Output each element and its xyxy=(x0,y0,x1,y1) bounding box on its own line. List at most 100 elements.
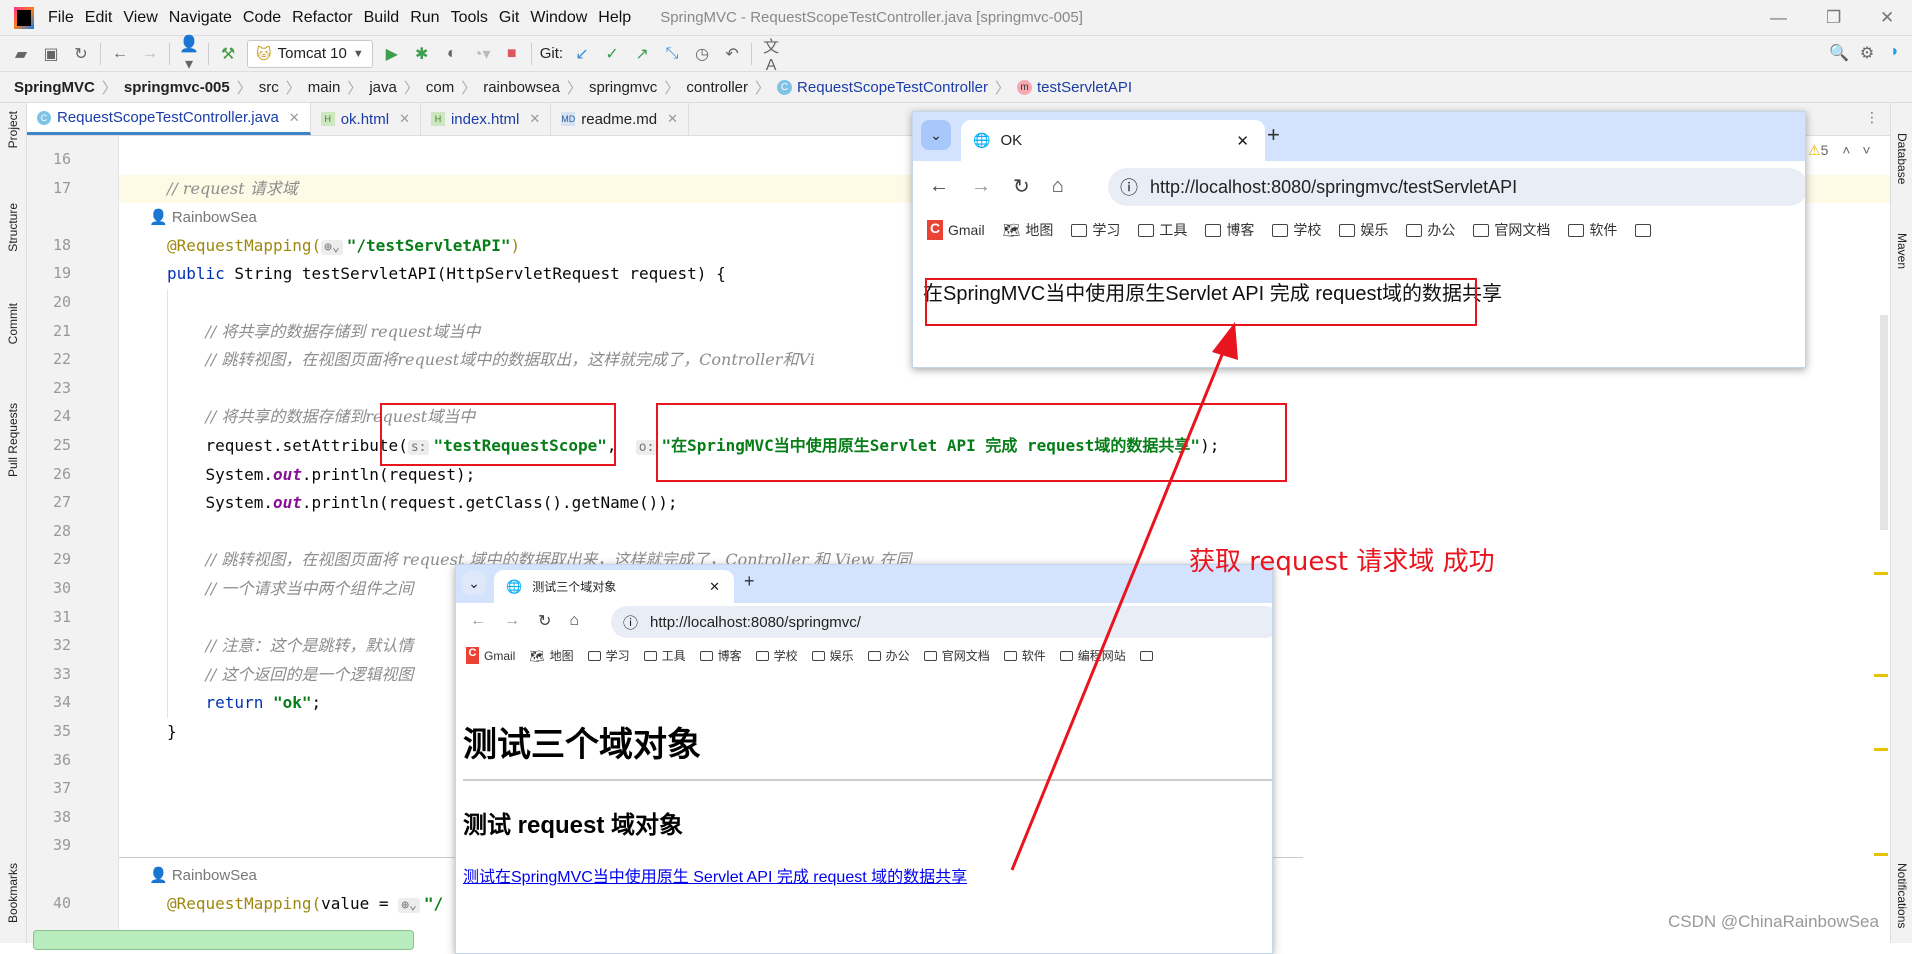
back-icon[interactable]: ← xyxy=(470,612,486,630)
tab-readme-md[interactable]: MD readme.md ✕ xyxy=(551,103,690,135)
crumb-springmvc[interactable]: springmvc xyxy=(589,79,657,96)
menu-git[interactable]: Git xyxy=(499,9,519,27)
bookmark-10[interactable]: 编程网站 xyxy=(1059,647,1126,664)
prev-highlight-icon[interactable]: ˄ xyxy=(1842,142,1850,158)
editor-scrollbar[interactable] xyxy=(1880,315,1888,530)
scroll-marker[interactable] xyxy=(1874,748,1888,751)
bookmark-0[interactable]: C Gmail xyxy=(466,647,515,664)
build-hammer-icon[interactable]: ⚒ xyxy=(217,44,239,64)
code-line[interactable]: System.out.println(request.getClass().ge… xyxy=(119,489,1890,517)
tab-requestscopetestcontroller[interactable]: C RequestScopeTestController.java ✕ xyxy=(27,103,311,135)
bookmark-9[interactable]: 软件 xyxy=(1568,220,1617,240)
forward-icon[interactable]: → xyxy=(504,612,520,630)
folder-icon[interactable] xyxy=(1635,223,1652,237)
search-icon[interactable]: 🔍 xyxy=(1828,43,1850,63)
tool-bookmarks[interactable]: Bookmarks xyxy=(6,863,20,923)
bookmark-6[interactable]: 娱乐 xyxy=(1339,220,1388,240)
new-tab-button[interactable]: + xyxy=(1267,122,1280,148)
forward-icon[interactable]: → xyxy=(139,45,161,63)
tool-commit[interactable]: Commit xyxy=(6,303,20,344)
forward-icon[interactable]: → xyxy=(971,175,991,198)
address-bar[interactable]: ⓘ http://localhost:8080/springmvc/ xyxy=(611,606,1272,638)
menu-edit[interactable]: Edit xyxy=(85,9,113,27)
bookmark-2[interactable]: 学习 xyxy=(1071,220,1120,240)
tab-search-button[interactable]: ⌄ xyxy=(462,571,486,595)
menu-run[interactable]: Run xyxy=(410,9,439,27)
menu-refactor[interactable]: Refactor xyxy=(292,9,352,27)
git-commit-icon[interactable]: ✓ xyxy=(601,44,623,64)
close-tab-icon[interactable]: ✕ xyxy=(529,111,540,127)
bookmark-7[interactable]: 办公 xyxy=(1406,220,1455,240)
close-tab-icon[interactable]: ✕ xyxy=(709,579,720,595)
reload-icon[interactable]: ↻ xyxy=(538,611,551,631)
tool-structure[interactable]: Structure xyxy=(6,203,20,252)
more-tabs-icon[interactable]: ⋮ xyxy=(1865,109,1879,126)
bookmark-3[interactable]: 工具 xyxy=(643,647,686,664)
crumb-project[interactable]: SpringMVC xyxy=(14,79,95,96)
scroll-marker[interactable] xyxy=(1874,572,1888,575)
crumb-java[interactable]: java xyxy=(369,79,397,96)
home-icon[interactable]: ⌂ xyxy=(569,612,579,630)
open-folder-icon[interactable]: ▰ xyxy=(10,44,32,64)
bookmark-8[interactable]: 官网文档 xyxy=(1473,220,1550,240)
close-tab-icon[interactable]: ✕ xyxy=(399,111,410,127)
tab-index-html[interactable]: H index.html ✕ xyxy=(421,103,552,135)
crumb-main[interactable]: main xyxy=(308,79,341,96)
bookmark-7[interactable]: 办公 xyxy=(867,647,910,664)
menu-file[interactable]: File xyxy=(48,9,74,27)
new-tab-button[interactable]: + xyxy=(744,571,755,592)
crumb-class[interactable]: RequestScopeTestController xyxy=(797,79,988,96)
site-info-icon[interactable]: ⓘ xyxy=(623,612,638,633)
git-update-icon[interactable]: ↙ xyxy=(571,44,593,64)
next-highlight-icon[interactable]: ˅ xyxy=(1862,142,1870,158)
translate-icon[interactable]: 文A xyxy=(760,33,782,75)
menu-window[interactable]: Window xyxy=(530,9,587,27)
sync-icon[interactable]: ↻ xyxy=(70,44,92,64)
reload-icon[interactable]: ↻ xyxy=(1013,174,1030,199)
scroll-marker[interactable] xyxy=(1874,674,1888,677)
back-icon[interactable]: ← xyxy=(929,175,949,198)
tool-pull-requests[interactable]: Pull Requests xyxy=(6,403,20,477)
tool-notifications[interactable]: Notifications xyxy=(1895,863,1909,928)
run-configuration-select[interactable]: 🐱 Tomcat 10 ▼ xyxy=(247,39,373,68)
code-line[interactable] xyxy=(119,518,1890,546)
close-window-button[interactable]: ✕ xyxy=(1880,8,1894,28)
menu-build[interactable]: Build xyxy=(364,9,400,27)
history-icon[interactable]: ◷ xyxy=(691,44,713,64)
inspection-widget[interactable]: ⚠5 ˄ ˅ xyxy=(1808,142,1871,159)
bookmark-3[interactable]: 工具 xyxy=(1138,220,1187,240)
crumb-src[interactable]: src xyxy=(259,79,279,96)
tab-search-button[interactable]: ⌄ xyxy=(921,120,951,150)
bookmark-4[interactable]: 博客 xyxy=(1205,220,1254,240)
address-bar[interactable]: ⓘ http://localhost:8080/springmvc/testSe… xyxy=(1108,168,1805,206)
menu-view[interactable]: View xyxy=(123,9,157,27)
crumb-method[interactable]: testServletAPI xyxy=(1037,79,1132,96)
crumb-rainbowsea[interactable]: rainbowsea xyxy=(483,79,560,96)
crumb-module[interactable]: springmvc-005 xyxy=(124,79,230,96)
bookmark-0[interactable]: C Gmail xyxy=(927,220,985,240)
scroll-marker[interactable] xyxy=(1874,853,1888,856)
close-tab-icon[interactable]: ✕ xyxy=(1236,132,1249,150)
menu-code[interactable]: Code xyxy=(243,9,281,27)
git-push-icon[interactable]: ↗ xyxy=(631,44,653,64)
git-merge-icon[interactable]: ⤡ xyxy=(661,45,683,63)
code-line[interactable] xyxy=(119,375,1890,403)
bookmark-1[interactable]: 🗺 地图 xyxy=(1003,220,1054,240)
menu-help[interactable]: Help xyxy=(598,9,631,27)
bookmark-5[interactable]: 学校 xyxy=(1272,220,1321,240)
tool-project[interactable]: Project xyxy=(6,111,20,148)
folder-icon[interactable] xyxy=(1139,650,1153,661)
home-icon[interactable]: ⌂ xyxy=(1052,175,1064,198)
bookmark-9[interactable]: 软件 xyxy=(1003,647,1046,664)
crumb-com[interactable]: com xyxy=(426,79,454,96)
close-tab-icon[interactable]: ✕ xyxy=(289,110,300,126)
profile-icon[interactable]: ◔▾ xyxy=(471,44,493,64)
bookmark-8[interactable]: 官网文档 xyxy=(923,647,990,664)
stop-icon[interactable]: ■ xyxy=(501,45,523,63)
crumb-controller[interactable]: controller xyxy=(686,79,748,96)
request-scope-link[interactable]: 测试在SpringMVC当中使用原生 Servlet API 完成 reques… xyxy=(463,863,967,887)
menu-tools[interactable]: Tools xyxy=(451,9,488,27)
minimize-button[interactable]: — xyxy=(1770,8,1787,28)
bookmark-4[interactable]: 博客 xyxy=(699,647,742,664)
bookmark-1[interactable]: 🗺 地图 xyxy=(529,647,573,664)
